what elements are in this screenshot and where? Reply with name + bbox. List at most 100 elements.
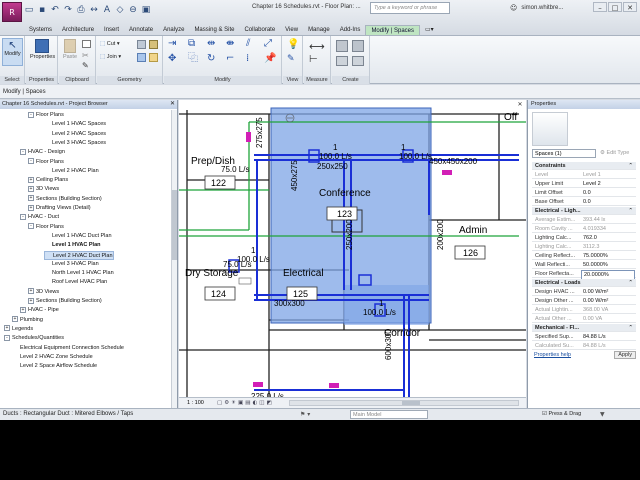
close-icon[interactable]: ✕ xyxy=(170,100,175,109)
expand-icon[interactable]: + xyxy=(28,204,34,211)
hide-icon[interactable]: 💡 xyxy=(287,39,299,50)
property-value[interactable]: 0.0 xyxy=(583,189,591,197)
split-face-icon[interactable] xyxy=(149,40,158,49)
create-similar-icon[interactable] xyxy=(352,56,364,66)
press-drag-toggle[interactable]: ☑ Press & Drag xyxy=(542,409,581,420)
browser-scrollbar[interactable] xyxy=(171,110,177,408)
browser-tree-item[interactable]: Level 1 HVAC Spaces xyxy=(44,120,106,129)
paste-button[interactable]: Paste xyxy=(61,38,79,66)
expand-icon[interactable]: + xyxy=(20,306,26,313)
split-icon[interactable]: ⫽ xyxy=(246,39,257,50)
search-input[interactable]: Type a keyword or phrase xyxy=(370,2,450,14)
property-group-header[interactable]: Electrical - Loads ⌃ xyxy=(532,279,636,287)
browser-tree-item[interactable]: Level 1 HVAC Duct Plan xyxy=(44,232,112,241)
browser-tree-item[interactable]: - Floor Plans xyxy=(28,158,64,167)
expand-icon[interactable]: + xyxy=(28,297,34,304)
minimize-button[interactable]: – xyxy=(593,2,607,12)
dimension-icon[interactable]: ⊢ xyxy=(309,54,318,65)
join-geometry-button[interactable]: ⬚ Join ▾ xyxy=(100,54,121,60)
trim-icon[interactable]: ⌐ xyxy=(226,54,237,65)
property-row[interactable]: Design Other ... 0.00 W/m² xyxy=(532,297,636,305)
array-icon[interactable]: ⁞ xyxy=(246,54,257,65)
collapse-icon[interactable]: - xyxy=(28,223,34,230)
close-hidden-icon[interactable]: ▣ xyxy=(141,5,151,15)
browser-tree-item[interactable]: +3D Views xyxy=(28,185,59,194)
browser-tree-item[interactable]: + HVAC - Pipe xyxy=(20,306,59,315)
match-properties-icon[interactable]: ✎ xyxy=(82,61,89,70)
browser-tree-item[interactable]: - Floor Plans xyxy=(28,111,64,120)
tab-architecture[interactable]: Architecture xyxy=(57,25,99,35)
tab-massing-site[interactable]: Massing & Site xyxy=(189,25,239,35)
browser-tree-item[interactable]: + Legends xyxy=(4,325,33,334)
view-close-icon[interactable]: ✕ xyxy=(516,101,524,109)
property-row[interactable]: Floor Reflecta... 20.0000% xyxy=(532,270,636,280)
wall-joins-icon[interactable] xyxy=(137,40,146,49)
browser-tree-item[interactable]: Electrical Equipment Connection Schedule xyxy=(12,344,124,353)
offset-icon[interactable]: ⧉ xyxy=(188,39,199,50)
tab-systems[interactable]: Systems xyxy=(24,25,57,35)
browser-tree-item[interactable]: - Floor Plans xyxy=(28,223,64,232)
create-parts-icon[interactable] xyxy=(352,40,364,52)
tab-analyze[interactable]: Analyze xyxy=(158,25,189,35)
print-icon[interactable]: ⎙ xyxy=(76,5,86,15)
property-value[interactable]: 0.00 W/m² xyxy=(583,297,608,305)
property-row[interactable]: Ceiling Reflect... 75.0000% xyxy=(532,252,636,260)
section-icon[interactable]: ⊖ xyxy=(128,5,138,15)
browser-tree-item[interactable]: Level 2 HVAC Spaces xyxy=(44,130,106,139)
property-row[interactable]: Average Estim... 393.44 lx xyxy=(532,216,636,224)
tab-modify-spaces[interactable]: Modify | Spaces xyxy=(365,25,421,35)
scroll-thumb[interactable] xyxy=(172,190,177,260)
create-group-icon[interactable] xyxy=(336,56,348,66)
property-row[interactable]: Lighting Calc... 3112.3 xyxy=(532,243,636,251)
cut-icon[interactable]: ✂ xyxy=(82,51,89,60)
property-row[interactable]: Upper Limit Level 2 xyxy=(532,180,636,188)
browser-tree-item[interactable]: + Ceiling Plans xyxy=(28,176,68,185)
property-row[interactable]: Actual Other ... 0.00 VA xyxy=(532,315,636,323)
property-row[interactable]: Base Offset 0.0 xyxy=(532,198,636,206)
view-scale[interactable]: 1 : 100 xyxy=(187,398,204,408)
filter-icon[interactable]: ▼ xyxy=(600,409,605,420)
pin-icon[interactable]: 📌 xyxy=(264,54,276,65)
browser-tree-item[interactable]: + Drafting Views (Detail) xyxy=(28,204,91,213)
user-name[interactable]: simon.whitbre... xyxy=(521,5,563,11)
floor-plan[interactable]: Prep/Dish12275.0 L/sDry Storage12475.0 L… xyxy=(179,100,526,397)
modify-button[interactable]: ↖ Modify xyxy=(2,38,23,66)
open-icon[interactable]: ▭ xyxy=(24,5,34,15)
tab-manage[interactable]: Manage xyxy=(303,25,335,35)
expand-icon[interactable]: + xyxy=(28,195,34,202)
property-row[interactable]: Calculated Su... 84.88 L/s xyxy=(532,342,636,350)
browser-tree-item[interactable]: Level 3 HVAC Plan xyxy=(44,260,99,269)
ribbon-minimize-icon[interactable]: ▭▾ xyxy=(420,25,439,35)
property-row[interactable]: Wall Reflecti... 50.0000% xyxy=(532,261,636,269)
close-button[interactable]: ✕ xyxy=(623,2,637,12)
property-row[interactable]: Limit Offset 0.0 xyxy=(532,189,636,197)
view-control-icons[interactable]: ▢⚙☀▣▤◐◫◩ xyxy=(217,398,274,408)
property-group-header[interactable]: Electrical - Ligh... ⌃ xyxy=(532,207,636,215)
mirror-axis-icon[interactable]: ⇹ xyxy=(207,39,218,50)
browser-tree-item[interactable]: Level 2 HVAC Zone Schedule xyxy=(12,353,93,362)
tab-view[interactable]: View xyxy=(280,25,303,35)
property-value[interactable]: 84.88 L/s xyxy=(583,333,606,341)
browser-tree-item[interactable]: +3D Views xyxy=(28,288,59,297)
collapse-icon[interactable]: - xyxy=(28,111,34,118)
expand-icon[interactable]: + xyxy=(28,185,34,192)
3d-view-icon[interactable]: ◇ xyxy=(115,5,125,15)
browser-tree-item[interactable]: + Sections (Building Section) xyxy=(28,297,102,306)
measure-icon[interactable]: ↔ xyxy=(89,5,99,15)
browser-tree-item[interactable]: - HVAC - Design xyxy=(20,148,65,157)
property-row[interactable]: Level Level 1 xyxy=(532,171,636,179)
property-row[interactable]: Lighting Calc... 762.0 xyxy=(532,234,636,242)
move-icon[interactable]: ✥ xyxy=(168,54,179,65)
browser-tree-item[interactable]: Level 3 HVAC Spaces xyxy=(44,139,106,148)
type-selector[interactable]: Spaces (1) xyxy=(532,149,596,158)
collapse-icon[interactable]: - xyxy=(4,334,10,341)
tab-add-ins[interactable]: Add-Ins xyxy=(335,25,366,35)
expand-icon[interactable]: + xyxy=(4,325,10,332)
override-icon[interactable]: ✎ xyxy=(287,54,295,64)
mirror-draw-icon[interactable]: ⇼ xyxy=(226,39,237,50)
browser-tree-item[interactable]: Roof Level HVAC Plan xyxy=(44,278,107,287)
undo-icon[interactable]: ↶ xyxy=(50,5,60,15)
browser-tree-item[interactable]: Level 2 Space Airflow Schedule xyxy=(12,362,97,371)
property-row[interactable]: Actual Lightin... 368.00 VA xyxy=(532,306,636,314)
collapse-icon[interactable]: ⌃ xyxy=(628,207,633,215)
